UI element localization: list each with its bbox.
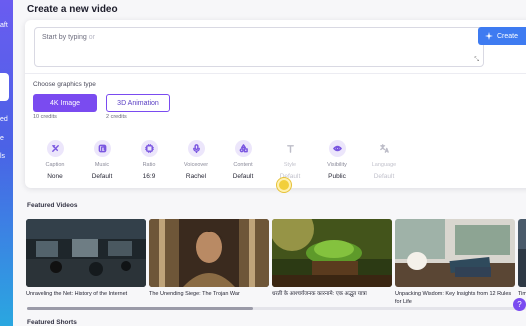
content-icon <box>234 140 252 157</box>
thumbnail-image <box>518 219 526 287</box>
prompt-placeholder: or <box>88 34 95 41</box>
create-button-label: Create <box>497 32 519 40</box>
video-caption[interactable]: The Unending Siege: The Trojan War <box>149 290 269 298</box>
video-thumbnail-internet[interactable] <box>26 219 146 287</box>
setting-label: Ratio <box>142 162 156 168</box>
video-thumbnail-12-rules[interactable] <box>395 219 515 287</box>
setting-caption[interactable]: Caption None <box>33 140 77 180</box>
divider <box>25 73 526 74</box>
create-button[interactable]: Create <box>478 27 526 45</box>
setting-value: Rachel <box>185 173 207 180</box>
video-caption[interactable]: Unraveling the Net: History of the Inter… <box>26 290 146 298</box>
video-caption[interactable]: Tim <box>518 290 526 298</box>
setting-value: None <box>47 173 63 180</box>
help-icon: ? <box>517 300 522 309</box>
setting-label: Visibility <box>327 162 347 168</box>
video-caption[interactable]: धरती के आश्चर्यजनक कारनामे: एक अद्भुत या… <box>272 290 392 298</box>
thumbnail-image <box>149 219 269 287</box>
setting-content[interactable]: Content Default <box>221 140 265 180</box>
ratio-icon <box>140 140 158 157</box>
setting-label: Language <box>371 162 397 168</box>
music-icon <box>93 140 111 157</box>
microphone-icon <box>187 140 205 157</box>
setting-visibility[interactable]: Visibility Public <box>315 140 359 180</box>
thumbnail-image <box>395 219 515 287</box>
setting-label: Content <box>233 162 253 168</box>
main-content: Create a new video Start by typing or ⤡ … <box>13 0 526 326</box>
page-title: Create a new video <box>27 4 118 15</box>
eye-icon <box>328 140 346 157</box>
help-button[interactable]: ? <box>513 298 526 311</box>
translate-icon <box>376 140 393 157</box>
credits-3d-animation: 2 credits <box>106 114 127 120</box>
thumbnail-image <box>272 219 392 287</box>
setting-voiceover[interactable]: Voiceover Rachel <box>174 140 218 180</box>
setting-label: Music <box>94 162 110 168</box>
graphics-4k-image-button[interactable]: 4K Image <box>33 94 97 112</box>
graphics-type-label: Choose graphics type <box>33 81 96 88</box>
setting-value: Default <box>91 173 113 180</box>
featured-videos-heading: Featured Videos <box>27 202 78 209</box>
video-thumbnail-trojan-war[interactable] <box>149 219 269 287</box>
featured-shorts-heading: Featured Shorts <box>27 319 77 326</box>
setting-style: Style Default <box>268 140 312 180</box>
pointer-cursor-indicator <box>277 178 291 192</box>
caption-icon <box>46 140 64 157</box>
setting-label: Voiceover <box>183 162 209 168</box>
credits-4k-image: 10 credits <box>33 114 57 120</box>
video-thumbnail-earth-wonders[interactable] <box>272 219 392 287</box>
sidebar-fragment-3[interactable]: e <box>0 135 4 142</box>
sparkle-icon <box>485 32 493 40</box>
sidebar-selected-item[interactable] <box>0 73 9 101</box>
sidebar-fragment-4[interactable]: ls <box>0 153 5 160</box>
sidebar-fragment-2[interactable]: ed <box>0 116 8 123</box>
video-caption[interactable]: Unpacking Wisdom: Key Insights from 12 R… <box>395 290 515 306</box>
setting-label: Caption <box>45 162 65 168</box>
prompt-textarea[interactable]: Start by typing or ⤡ <box>34 27 484 67</box>
setting-value: Default <box>232 173 254 180</box>
setting-ratio[interactable]: Ratio 16:9 <box>127 140 171 180</box>
setting-value: Default <box>373 173 395 180</box>
sidebar-fragment-1[interactable]: aft <box>0 22 8 29</box>
carousel-scrollbar-thumb[interactable] <box>27 307 253 310</box>
video-creator-card: Start by typing or ⤡ Create Choose graph… <box>25 20 526 188</box>
resize-handle-icon[interactable]: ⤡ <box>474 57 479 64</box>
setting-value: 16:9 <box>142 173 156 180</box>
text-style-icon <box>282 140 299 157</box>
sidebar: aft ed e ls <box>0 0 13 326</box>
prompt-label-text: Start by typing <box>42 34 87 41</box>
setting-value: Default <box>279 173 301 180</box>
thumbnail-image <box>26 219 146 287</box>
setting-label: Style <box>283 162 297 168</box>
setting-language: Language Default <box>362 140 406 180</box>
prompt-label: Start by typing or <box>42 34 95 41</box>
setting-music[interactable]: Music Default <box>80 140 124 180</box>
video-thumbnail-partial[interactable] <box>518 219 526 287</box>
graphics-3d-animation-button[interactable]: 3D Animation <box>106 94 170 112</box>
setting-value: Public <box>328 173 346 180</box>
